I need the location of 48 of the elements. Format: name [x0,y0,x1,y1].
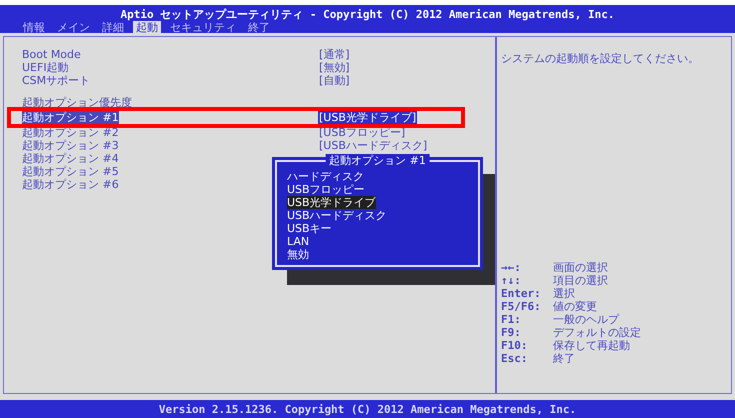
setting-label[interactable]: CSMサポート [22,74,90,87]
popup-title: 起動オプション #1 [325,154,430,167]
popup-option[interactable]: USB光学ドライブ [287,196,376,209]
key-description: 項目の選択 [553,274,608,287]
setting-label[interactable]: 起動オプション #5 [22,165,119,178]
key-description: デフォルトの設定 [553,326,641,339]
key-label: Enter: [501,287,542,300]
setting-label[interactable]: 起動オプション #2 [22,126,119,139]
key-label: F5/F6: [501,300,542,313]
status-bar: Version 2.15.1236. Copyright (C) 2012 American Megatrends, Inc. [0,400,735,418]
key-label: F10: [501,339,528,352]
key-description: 選択 [553,287,575,300]
menu-tab[interactable]: メイン [54,21,93,34]
key-description: 値の変更 [553,300,597,313]
menu-tab[interactable]: セキュリティ [167,21,239,34]
menu-tab[interactable]: 終了 [245,21,273,34]
window-title: Aptio セットアップユーティリティ - Copyright (C) 2012 American Megatrends, Inc. [120,8,614,21]
setting-value[interactable]: [自動] [318,74,351,87]
setting-label[interactable]: 起動オプション #3 [22,139,119,152]
key-description: 保存して再起動 [553,339,630,352]
menu-tab[interactable]: 起動 [133,21,161,34]
key-label: Esc: [501,352,528,365]
key-description: 一般のヘルプ [553,313,619,326]
key-description: 終了 [553,352,575,365]
popup-option[interactable]: LAN [287,235,310,248]
key-label: →←: [501,261,522,274]
popup-option[interactable]: USBフロッピー [287,183,365,196]
setting-label[interactable]: Boot Mode [22,48,81,61]
popup-option[interactable]: ハードディスク [287,170,364,183]
menu-tab[interactable]: 詳細 [99,21,127,34]
help-text: システムの起動順を設定してください。 [501,52,700,65]
menu-tab[interactable]: 情報 [20,21,48,34]
key-label: F1: [501,313,522,326]
key-label: F9: [501,326,522,339]
setting-value[interactable]: [USB光学ドライブ] [318,111,418,124]
popup-option[interactable]: USBハードディスク [287,209,387,222]
key-label: ↑↓: [501,274,522,287]
setting-value[interactable]: [USBフロッピー] [318,126,406,139]
popup-option[interactable]: USBキー [287,222,332,235]
setting-value[interactable]: [無効] [318,61,351,74]
setting-label[interactable]: UEFI起動 [22,61,69,74]
popup-option[interactable]: 無効 [287,248,309,261]
setting-value[interactable]: [通常] [318,48,351,61]
setting-value[interactable]: [USBハードディスク] [318,139,428,152]
setting-label[interactable]: 起動オプション #1 [22,111,119,124]
setting-label[interactable]: 起動オプション #6 [22,178,119,191]
setting-label[interactable]: 起動オプション #4 [22,152,119,165]
key-description: 画面の選択 [553,261,608,274]
